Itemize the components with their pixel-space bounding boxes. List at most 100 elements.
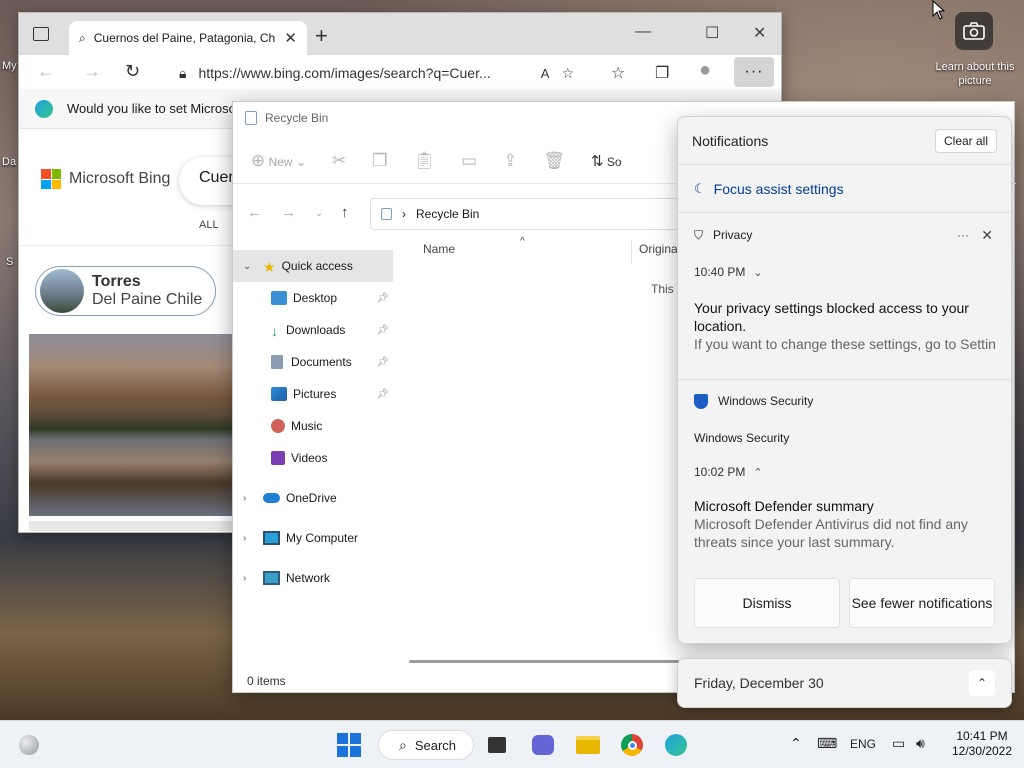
up-icon[interactable]: ↑	[341, 204, 349, 221]
dismiss-button[interactable]: Dismiss	[694, 578, 840, 628]
share-icon[interactable]: ⇪	[503, 151, 517, 171]
sidebar-item-pictures[interactable]: Pictures 📌︎	[233, 378, 393, 410]
desktop-icon-label[interactable]: My	[2, 60, 17, 72]
close-window-icon[interactable]: ✕	[753, 23, 766, 43]
desktop-icon-label[interactable]: S	[6, 256, 13, 268]
minimize-icon[interactable]: —	[635, 23, 651, 41]
breadcrumb-item[interactable]: Recycle Bin	[416, 207, 479, 221]
chevron-down-icon[interactable]: ⌄	[753, 266, 762, 279]
notification-center-title: Notifications	[692, 132, 769, 149]
bing-nav-all[interactable]: ALL	[199, 219, 219, 231]
maximize-icon[interactable]: ☐	[705, 23, 719, 43]
sidebar-item-my-computer[interactable]: › My Computer	[233, 522, 393, 554]
browser-tab[interactable]: ⌕ Cuernos del Paine, Patagonia, Ch ✕	[69, 21, 307, 55]
volume-icon[interactable]: 🔊︎	[916, 735, 925, 752]
cut-icon[interactable]: ✂	[332, 151, 346, 171]
task-view-icon[interactable]	[484, 732, 510, 758]
sidebar-item-documents[interactable]: Documents 📌︎	[233, 346, 393, 378]
address-breadcrumb[interactable]: › Recycle Bin	[370, 198, 690, 230]
network-status-icon[interactable]: ▭	[892, 735, 905, 752]
security-notification[interactable]: Windows Security Windows Security 10:02 …	[678, 391, 1011, 551]
taskbar-search-button[interactable]: ⌕ Search	[378, 730, 474, 760]
horizontal-scrollbar[interactable]	[409, 660, 679, 663]
sidebar-item-videos[interactable]: Videos	[233, 442, 393, 474]
chevron-up-icon[interactable]: ⌃	[969, 670, 995, 696]
taskbar-clock[interactable]: 10:41 PM 12/30/2022	[944, 729, 1020, 759]
close-tab-icon[interactable]: ✕	[284, 29, 297, 47]
column-header-name[interactable]: Name	[423, 242, 455, 256]
sidebar-item-label: Videos	[291, 451, 328, 465]
sidebar-item-network[interactable]: › Network	[233, 562, 393, 594]
image-result-thumbnail[interactable]	[29, 334, 239, 516]
chrome-icon[interactable]	[619, 732, 645, 758]
sidebar-item-downloads[interactable]: ↓ Downloads 📌︎	[233, 314, 393, 346]
edge-icon[interactable]	[663, 732, 689, 758]
new-button[interactable]: ⊕ New ⌄	[251, 151, 306, 171]
pictures-icon	[271, 387, 287, 401]
search-label: Search	[414, 737, 457, 753]
network-icon	[263, 571, 280, 585]
start-button-icon[interactable]	[336, 732, 362, 758]
language-indicator[interactable]: ENG	[850, 737, 876, 751]
collections-icon[interactable]: ❐	[655, 63, 669, 83]
bing-logo[interactable]: Microsoft Bing	[41, 169, 170, 189]
focus-assist-settings-link[interactable]: ☾ Focus assist settings	[678, 165, 1011, 213]
learn-about-picture-link[interactable]: Learn about this picture	[935, 60, 1015, 88]
clear-all-button[interactable]: Clear all	[934, 128, 997, 153]
desktop-icon-label[interactable]: Da	[2, 156, 16, 168]
privacy-notification[interactable]: ⛉ Privacy ··· ✕ 10:40 PM ⌄ Your privacy …	[678, 225, 1011, 353]
chevron-down-icon[interactable]: ⌄	[243, 261, 251, 272]
pin-icon: 📌︎	[376, 292, 389, 304]
add-favorite-icon[interactable]: ☆	[561, 65, 574, 82]
sidebar-item-music[interactable]: Music	[233, 410, 393, 442]
back-icon[interactable]: ←	[37, 61, 55, 82]
sidebar-item-label: Music	[291, 419, 323, 433]
sidebar-item-onedrive[interactable]: › OneDrive	[233, 482, 393, 514]
lock-icon[interactable]: 🔒︎	[179, 65, 186, 82]
rename-icon[interactable]: ▭	[461, 151, 477, 171]
chevron-right-icon[interactable]: ›	[243, 573, 246, 584]
more-options-button[interactable]: ···	[734, 57, 774, 87]
column-header-original-location[interactable]: Origina	[639, 242, 678, 256]
refresh-icon[interactable]: ↻	[125, 61, 140, 82]
music-icon	[271, 419, 285, 433]
sort-button[interactable]: ⇅ So	[591, 152, 622, 170]
profile-avatar-icon[interactable]: ●	[699, 59, 711, 82]
keyboard-icon[interactable]: ⌨	[817, 735, 837, 752]
widgets-icon[interactable]	[16, 732, 42, 758]
related-search-chip[interactable]: Torres Del Paine Chile	[35, 266, 216, 316]
read-aloud-icon[interactable]: A	[541, 66, 550, 81]
close-notification-icon[interactable]: ✕	[981, 227, 993, 244]
paste-icon[interactable]: 📋︎	[414, 151, 436, 171]
address-bar[interactable]: 🔒︎ https://www.bing.com/images/search?q=…	[169, 59, 584, 87]
copy-icon[interactable]: ❐	[372, 151, 387, 171]
chevron-up-icon[interactable]: ⌃	[753, 466, 762, 479]
file-explorer-taskbar-icon[interactable]	[575, 732, 601, 758]
download-icon: ↓	[271, 323, 278, 339]
new-tab-button[interactable]: +	[315, 23, 328, 49]
favorites-icon[interactable]: ☆	[611, 63, 625, 83]
chevron-right-icon[interactable]: ›	[243, 533, 246, 544]
status-item-count: 0 items	[247, 674, 286, 688]
windows-security-shield-icon	[694, 393, 708, 409]
delete-icon[interactable]: 🗑︎	[543, 151, 565, 171]
column-divider[interactable]	[631, 240, 632, 264]
back-icon[interactable]: ←	[247, 204, 262, 221]
chat-icon[interactable]	[530, 732, 556, 758]
moon-icon: ☾	[694, 180, 706, 196]
forward-icon[interactable]: →	[281, 204, 296, 221]
sidebar-item-quick-access[interactable]: ⌄ ★ Quick access	[233, 250, 393, 282]
sidebar-item-label: Desktop	[293, 291, 338, 305]
tab-actions-icon[interactable]	[33, 27, 49, 41]
chevron-right-icon[interactable]: ›	[243, 493, 246, 504]
sidebar-item-desktop[interactable]: Desktop 📌︎	[233, 282, 393, 314]
recent-locations-icon[interactable]: ⌄	[315, 208, 323, 219]
infobar-text: Would you like to set Microso	[67, 101, 236, 116]
chevron-up-icon[interactable]: ⌃	[790, 735, 802, 752]
notification-body: If you want to change these settings, go…	[694, 336, 996, 352]
chevron-right-icon: ›	[402, 207, 406, 221]
more-options-icon[interactable]: ···	[957, 228, 969, 242]
camera-icon[interactable]	[955, 12, 993, 50]
see-fewer-notifications-button[interactable]: See fewer notifications	[849, 578, 995, 628]
forward-icon[interactable]: →	[83, 61, 101, 82]
